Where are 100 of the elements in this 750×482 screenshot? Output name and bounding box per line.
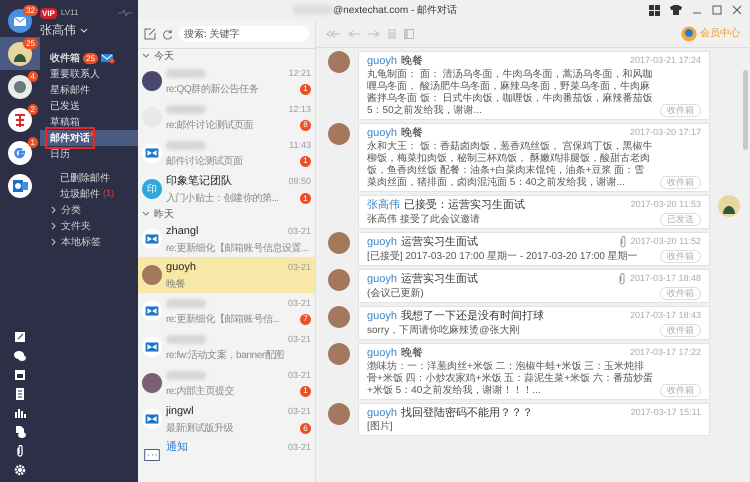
folder-item[interactable]: 星标邮件 (40, 82, 138, 98)
blurred-name (166, 69, 206, 78)
avatar (142, 373, 162, 393)
folder-item[interactable]: 日历 (40, 146, 138, 162)
calendar-icon[interactable] (14, 369, 26, 381)
time-label: 2017-03-17 17:22 (630, 346, 701, 360)
folder-item[interactable]: 已删除邮件 (40, 170, 138, 186)
avatar (142, 265, 162, 285)
scrollbar[interactable] (743, 70, 748, 150)
cloud-file-icon[interactable] (14, 426, 26, 438)
account-item[interactable]: 1 (0, 136, 40, 169)
folder-tag: 收件箱 (660, 104, 701, 117)
settings-icon[interactable] (14, 464, 26, 476)
grid-icon[interactable] (649, 4, 660, 16)
conversation-item[interactable]: 11:43 邮件讨论测试页面 1 (138, 135, 315, 171)
time-label: 2017-03-17 15:11 (630, 406, 701, 420)
mail-app-icon (142, 337, 162, 357)
notice-link[interactable]: 通知 (166, 439, 188, 456)
time-label: 03-21 (288, 332, 311, 346)
contacts-icon[interactable] (14, 388, 26, 400)
user-name[interactable]: 张高伟 (40, 20, 138, 40)
folder-label: 星标邮件 (50, 84, 90, 98)
folder-item[interactable]: 草稿箱 (40, 114, 138, 130)
message-subject: 运营实习生面试 (400, 272, 478, 286)
account-item[interactable]: 4 (0, 70, 40, 103)
group-label: 昨天 (154, 208, 174, 222)
folder-group[interactable]: 文件夹 (40, 218, 138, 234)
folder-label: 收件箱 (50, 52, 80, 66)
blurred-name (166, 335, 206, 344)
folder-item[interactable]: 重要联系人 (40, 66, 138, 82)
account-item[interactable]: 25 (0, 37, 40, 70)
refresh-icon[interactable] (162, 28, 173, 40)
message-card[interactable]: guoyh 运营实习生面试 2017-03-17 18:48 (会议已更新) 收件箱 (358, 269, 710, 303)
time-label: 03-21 (288, 368, 311, 382)
count-label: (1) (103, 187, 114, 200)
conversation-item[interactable]: guoyh 03-21 晚餐 (138, 257, 315, 293)
message-subject: 我想了一下还是没有时间打球 (400, 309, 544, 323)
conversation-item[interactable]: 12:21 re:QQ群的新公告任务 1 (138, 63, 315, 99)
message-body: [图片] (367, 421, 394, 433)
message-card[interactable]: guoyh 找回登陆密码不能用？？？ 2017-03-17 15:11 [图片] (358, 403, 710, 436)
level-label: LV11 (60, 7, 78, 19)
message-card[interactable]: 张高伟 已接受：运营实习生面试 2017-03-20 11:53 张高伟 接受了此会议邀请 已发送 (358, 195, 710, 229)
chevron-icon (142, 210, 149, 218)
list-group-header[interactable]: 昨天 (138, 207, 315, 221)
unread-badge: 1 (28, 137, 38, 148)
folder-item[interactable]: 收件箱 25 (40, 50, 138, 66)
preview-text: 邮件讨论测试页面 (166, 154, 243, 169)
time-label: 2017-03-20 11:52 (630, 235, 701, 248)
chat-icon[interactable] (14, 350, 26, 362)
message-subject: 晚餐 (400, 346, 423, 360)
folder-tag: 收件箱 (660, 324, 701, 337)
time-label: 09:50 (288, 174, 311, 188)
conversation-item[interactable]: 03-21 re:内部主页提交 1 (138, 365, 315, 401)
close-icon[interactable] (732, 5, 742, 15)
message-subject: 已接受：运营实习生面试 (404, 198, 525, 212)
time-label: 12:13 (288, 102, 311, 116)
shirt-icon[interactable] (670, 5, 682, 15)
unread-badge: 2 (28, 104, 38, 115)
preview-text: 入门小贴士：创建你的第... (166, 192, 279, 206)
conversation-item[interactable]: zhangl 03-21 re:更新细化【邮箱账号信息设置... (138, 221, 315, 257)
conversation-item[interactable]: 12:13 re:邮件讨论测试页面 8 (138, 99, 315, 135)
bar-chart-icon[interactable] (14, 407, 26, 419)
account-item[interactable]: 32 (0, 4, 40, 37)
conversation-item[interactable]: 通知 03-21 (138, 437, 315, 473)
message-card[interactable]: guoyh 晚餐 2017-03-17 17:22 渤味坊：一：洋葱肉丝+米饭 二：泡椒牛蛙+米饭 三：玉米炖排骨+米饭 四：小炒农家鸡+米饭 五：蒜泥生菜+米饭 六：番茄炒蛋+米饭 5：40之前发给我，谢谢！！！... 收件箱 (358, 343, 710, 400)
sender-name: 张高伟 (367, 198, 400, 212)
message-subject: 找回登陆密码不能用？？？ (400, 406, 533, 420)
vip-badge: VIP (40, 8, 57, 18)
compose-icon[interactable] (144, 28, 156, 40)
search-field[interactable]: 搜索: 关键字 (179, 26, 309, 42)
window-title: @nextechat.com - 邮件对话 (333, 4, 458, 18)
avatar (142, 71, 162, 91)
message-card[interactable]: guoyh 我想了一下还是没有时间打球 2017-03-17 18:43 sorry，下周请你吃麻辣烫@张大刚 收件箱 (358, 306, 710, 340)
account-avatar-icon (8, 108, 32, 132)
folder-item[interactable]: 邮件对话 (40, 130, 138, 146)
activity-icon (118, 9, 132, 17)
preview-text: re:fw:活动文案，banner配图 (166, 348, 284, 363)
conversation-item[interactable]: 03-21 re:更新细化【邮箱账号信... 7 (138, 293, 315, 329)
folder-tag: 收件箱 (660, 287, 701, 300)
account-item[interactable]: 2 (0, 103, 40, 136)
list-group-header[interactable]: 今天 (138, 49, 315, 63)
conversation-item[interactable]: jingwl 03-21 最新测试版升级 6 (138, 401, 315, 437)
sender-name: guoyh (367, 272, 397, 286)
folder-label: 已发送 (50, 100, 80, 114)
folder-group[interactable]: 本地标签 (40, 234, 138, 250)
message-card[interactable]: guoyh 运营实习生面试 2017-03-20 11:52 [已接受] 2017-03-20 17:00 星期一 - 2017-03-20 17:00 星期一 收件箱 (358, 232, 710, 266)
folder-group[interactable]: 分类 (40, 202, 138, 218)
time-label: 03-21 (288, 296, 311, 310)
maximize-icon[interactable] (712, 5, 722, 15)
folder-label: 分类 (61, 204, 81, 218)
message-card[interactable]: guoyh 晚餐 2017-03-21 17:24 丸龟制面： 面： 清汤乌冬面，牛肉乌冬面，蒿汤乌冬面，和风咖喱乌冬面， 酸汤肥牛乌冬面，麻辣乌冬面，野菜乌冬面，牛肉麻酱拌乌冬面 饭： 日式牛肉饭，咖喱饭，牛肉番茄饭，麻辣番茄饭 5：50之前发给我，谢谢... 收件箱 (358, 51, 710, 120)
note-icon[interactable] (14, 331, 26, 343)
folder-item[interactable]: 已发送 (40, 98, 138, 114)
contact-name: guoyh (166, 260, 196, 276)
unread-badge: 7 (300, 314, 311, 325)
folder-item[interactable]: 垃圾邮件 (1) (40, 186, 138, 202)
message-body: 渤味坊：一：洋葱肉丝+米饭 二：泡椒牛蛙+米饭 三：玉米炖排骨+米饭 四：小炒农家鸡+米饭 五：蒜泥生菜+米饭 六：番茄炒蛋+米饭 5：40之前发给我，谢谢！！！... (367, 361, 654, 397)
member-badge-icon[interactable] (681, 26, 697, 42)
message-card[interactable]: guoyh 晚餐 2017-03-20 17:17 永和大王： 饭：香菇卤肉饭，葱香鸡丝饭， 宫保鸡丁饭，黑椒牛柳饭，梅菜扣肉饭，秘制三杯鸡饭， 酥嫩鸡排腿饭，酸甜古老肉饭，鱼香肉丝饭 配餐：油条+白菜肉末馄饨，油条+豆浆 面：雪菜肉丝面，猪排面，卤肉混沌面 5：40之前发给我，谢谢... 收件箱 (358, 123, 710, 192)
conversation-item[interactable]: 印 印象笔记团队 09:50 入门小贴士：创建你的第... 1 (138, 171, 315, 207)
